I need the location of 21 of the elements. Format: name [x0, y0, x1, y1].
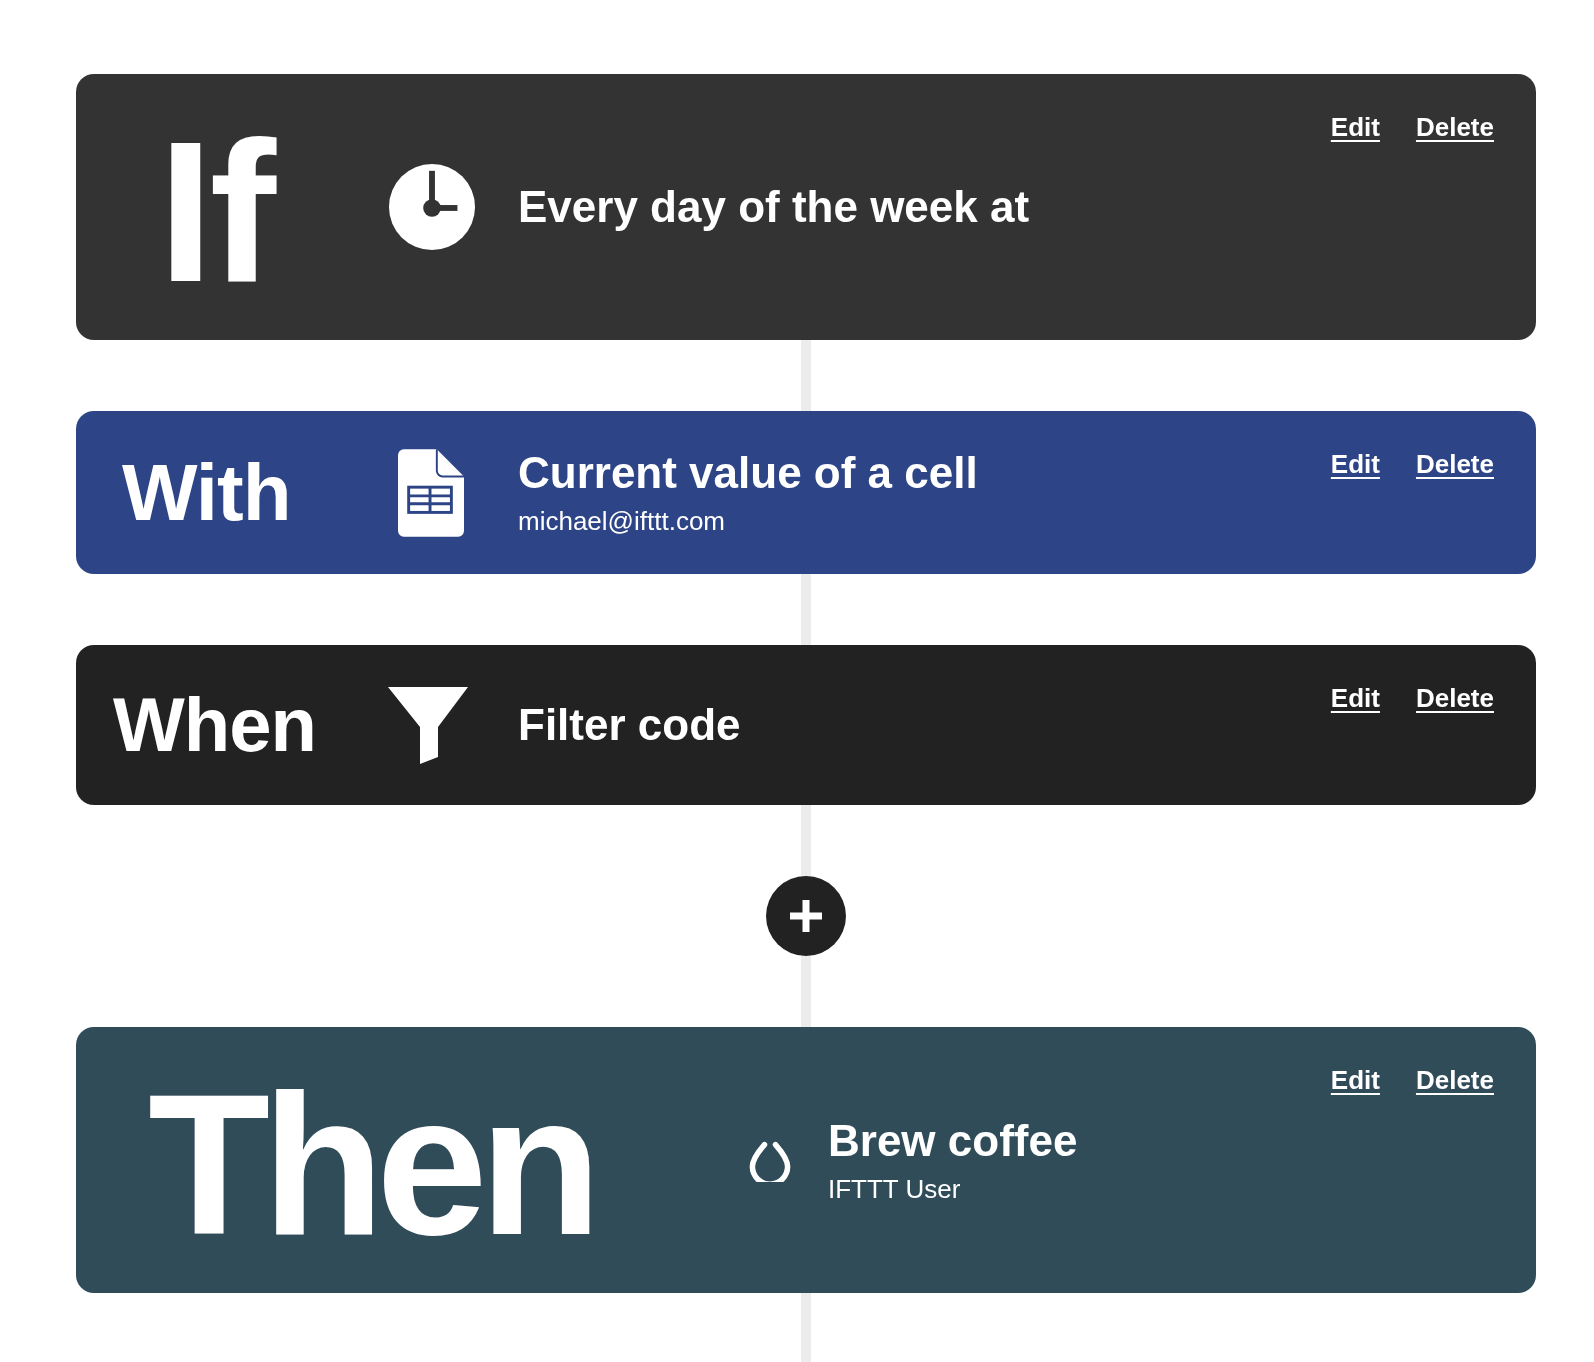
edit-link[interactable]: Edit: [1330, 449, 1380, 480]
delete-link[interactable]: Delete: [1415, 1065, 1494, 1096]
spreadsheet-icon: [398, 447, 464, 538]
delete-link[interactable]: Delete: [1415, 683, 1494, 714]
step-title: Brew coffee: [828, 1115, 1078, 1166]
delete-link[interactable]: Delete: [1415, 449, 1494, 480]
funnel-icon: [388, 686, 468, 764]
step-title: Filter code: [518, 700, 741, 750]
delete-link[interactable]: Delete: [1415, 112, 1494, 143]
step-subtitle: michael@ifttt.com: [518, 506, 726, 537]
step-label: Then: [148, 1065, 595, 1265]
step-title: Every day of the week at: [518, 182, 1030, 232]
edit-link[interactable]: Edit: [1330, 112, 1380, 143]
edit-link[interactable]: Edit: [1330, 1065, 1380, 1096]
step-title: Current value of a cell: [518, 448, 978, 498]
step-label: With: [122, 452, 292, 533]
edit-link[interactable]: Edit: [1330, 683, 1380, 714]
step-label: When: [113, 687, 317, 763]
step-label: If: [158, 112, 276, 312]
clock-icon: [388, 163, 476, 251]
step-subtitle: IFTTT User: [828, 1173, 962, 1205]
